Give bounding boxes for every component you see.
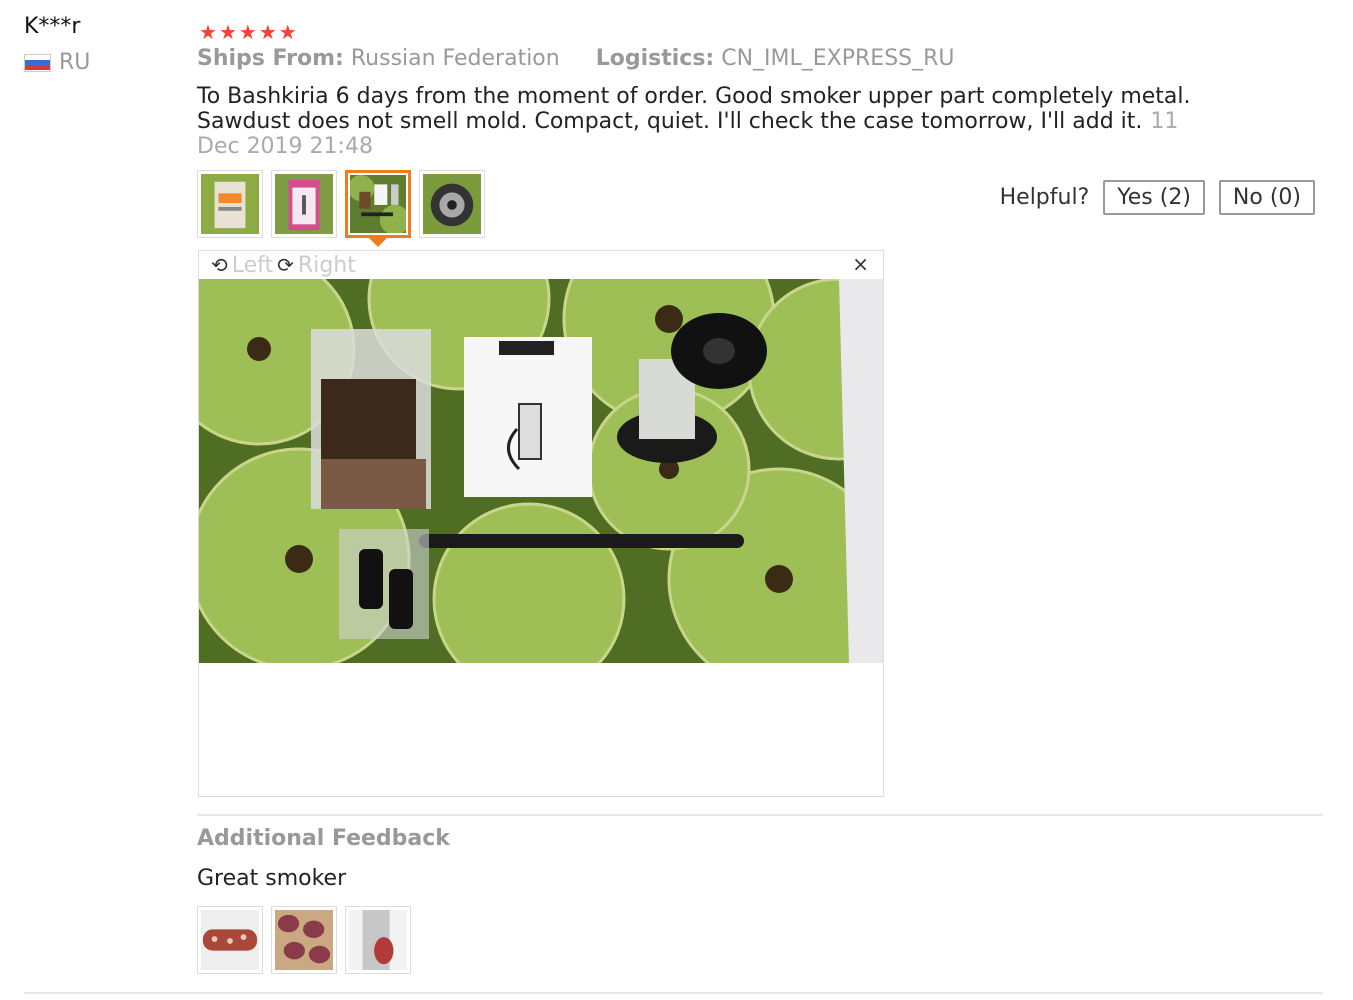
section-divider <box>197 814 1323 816</box>
image-viewer: ⟲ Left ⟳ Right × <box>198 250 884 797</box>
review-text: To Bashkiria 6 days from the moment of o… <box>197 84 1191 134</box>
reviewer-country: RU <box>24 50 90 75</box>
review-bottom-divider <box>24 992 1323 994</box>
viewer-photo <box>199 279 883 663</box>
close-icon[interactable]: × <box>852 252 869 276</box>
review-thumbnail[interactable] <box>197 170 263 238</box>
star-icon: ★ <box>258 20 277 44</box>
additional-feedback-text: Great smoker <box>197 866 347 891</box>
helpful-label: Helpful? <box>999 185 1090 210</box>
rotate-right-icon[interactable]: ⟳ <box>277 253 294 277</box>
helpful-vote: Helpful? Yes (2) No (0) <box>1000 180 1315 215</box>
rating-stars: ★ ★ ★ ★ ★ <box>199 22 297 42</box>
review-thumbnail[interactable] <box>271 170 337 238</box>
additional-thumbnail[interactable] <box>345 906 411 974</box>
star-icon: ★ <box>278 20 297 44</box>
ships-from-label: Ships From: <box>197 46 344 71</box>
additional-thumbnail[interactable] <box>197 906 263 974</box>
additional-thumbnail[interactable] <box>271 906 337 974</box>
helpful-yes-button[interactable]: Yes (2) <box>1103 180 1205 215</box>
logistics-label: Logistics: <box>595 46 715 71</box>
additional-feedback-title: Additional Feedback <box>197 826 450 851</box>
country-code: RU <box>59 50 91 75</box>
reviewer-name: K***r <box>24 14 81 39</box>
star-icon: ★ <box>199 20 217 44</box>
star-icon: ★ <box>238 20 257 44</box>
rotate-left-icon[interactable]: ⟲ <box>211 253 228 277</box>
rotate-left-button[interactable]: Left <box>232 253 273 278</box>
review-thumbnail-selected[interactable] <box>345 170 411 238</box>
star-icon: ★ <box>218 20 237 44</box>
review-body: To Bashkiria 6 days from the moment of o… <box>197 84 1197 159</box>
logistics-value: CN_IML_EXPRESS_RU <box>721 46 955 71</box>
shipping-info: Ships From: Russian Federation Logistics… <box>197 46 955 71</box>
review-thumbnails <box>197 170 485 238</box>
viewer-toolbar: ⟲ Left ⟳ Right <box>211 251 356 279</box>
additional-thumbnails <box>197 906 411 974</box>
ships-from-value: Russian Federation <box>350 46 560 71</box>
russia-flag-icon <box>24 53 51 72</box>
helpful-no-button[interactable]: No (0) <box>1218 180 1315 215</box>
review-thumbnail[interactable] <box>419 170 485 238</box>
rotate-right-button[interactable]: Right <box>298 253 356 278</box>
